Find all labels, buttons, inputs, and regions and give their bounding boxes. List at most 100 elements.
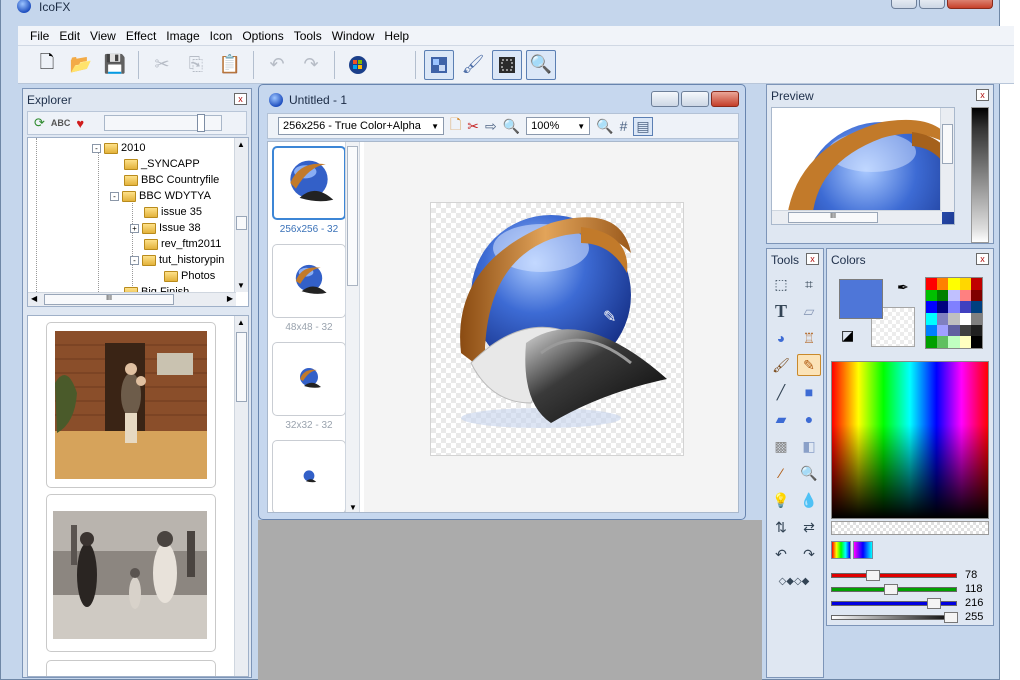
menu-help[interactable]: Help [384, 29, 409, 43]
collapse-toggle[interactable]: - [130, 255, 139, 265]
crop-icon[interactable]: ⌗ [797, 273, 821, 295]
export-format-icon[interactable]: ⇨ [485, 118, 497, 135]
palette-swatch[interactable] [926, 313, 938, 325]
doc-minimize-button[interactable] [651, 91, 679, 107]
zoom-out-icon[interactable]: 🔍 [503, 118, 520, 135]
red-slider[interactable] [831, 569, 957, 581]
blue-slider[interactable] [831, 597, 957, 609]
palette-swatch[interactable] [959, 313, 971, 325]
crop-icon[interactable] [492, 49, 522, 80]
palette-swatch[interactable] [937, 336, 949, 348]
spray-icon[interactable]: ♖ [797, 327, 821, 349]
palette-swatch[interactable] [948, 313, 960, 325]
scroll-thumb[interactable] [236, 332, 247, 402]
palette-swatch[interactable] [926, 278, 938, 290]
scroll-up-arrow[interactable]: ▲ [237, 318, 245, 327]
scroll-thumb[interactable]: III [44, 294, 174, 305]
flip-icon[interactable]: ⇅ [769, 516, 793, 538]
palette-swatch[interactable] [937, 289, 949, 302]
palette-swatch[interactable] [937, 324, 949, 337]
apple-icon[interactable] [377, 50, 407, 80]
icon-canvas[interactable]: ✎ [430, 202, 684, 456]
burn-icon[interactable]: 💡 [769, 489, 793, 511]
alpha-slider[interactable] [831, 611, 958, 623]
grid-icon[interactable]: # [620, 118, 628, 134]
palette-swatch[interactable] [959, 301, 971, 313]
maximize-button[interactable] [919, 0, 945, 9]
palette-swatch[interactable] [959, 336, 971, 348]
scroll-up-arrow[interactable]: ▲ [237, 140, 245, 149]
scroll-down-arrow[interactable]: ▼ [349, 503, 357, 512]
palette-swatch[interactable] [948, 336, 960, 348]
tree-item[interactable]: BBC Countryfile [124, 172, 219, 188]
primary-color-swatch[interactable] [839, 279, 883, 319]
undo-icon[interactable]: ↶ [262, 50, 292, 80]
menu-view[interactable]: View [90, 29, 116, 43]
palette-swatch[interactable] [948, 301, 960, 313]
doc-close-button[interactable] [711, 91, 739, 107]
zoom-icon[interactable]: 🔍 [526, 49, 556, 80]
scroll-down-arrow[interactable]: ▼ [237, 281, 245, 290]
menu-icon[interactable]: Icon [210, 29, 233, 43]
nudge-icon[interactable]: ◇◆◇◆ [769, 570, 819, 592]
rounded-rect-icon[interactable]: ▰ [769, 408, 793, 430]
refresh-icon[interactable]: ⟳ [34, 115, 45, 131]
zoom-in-icon[interactable]: 🔍 [596, 118, 613, 135]
collapse-toggle[interactable]: - [110, 191, 119, 201]
preview-horizontal-scrollbar[interactable]: III [772, 210, 942, 224]
palette-swatch[interactable] [937, 301, 949, 313]
zoom-select[interactable]: 100% ▼ [526, 117, 591, 135]
text-icon[interactable]: T [769, 300, 793, 322]
menu-options[interactable]: Options [242, 29, 283, 43]
copy-icon[interactable]: ⎘ [181, 50, 211, 80]
palette-swatch[interactable] [959, 278, 971, 290]
new-format-icon[interactable]: 🗋 [450, 114, 461, 138]
explorer-close-button[interactable]: x [234, 93, 247, 105]
format-item-256[interactable] [272, 146, 346, 220]
palette-swatch[interactable] [970, 278, 982, 290]
photo-thumbnail[interactable] [46, 660, 216, 676]
photo-thumbnail[interactable] [46, 494, 216, 652]
preview-background-swatch[interactable] [971, 107, 989, 243]
tree-item[interactable]: + Issue 38 [130, 220, 201, 236]
palette-swatch[interactable] [926, 336, 938, 348]
tree-item[interactable]: _SYNCAPP [124, 156, 200, 172]
photo-thumbnail[interactable] [46, 322, 216, 488]
scroll-thumb[interactable] [942, 124, 953, 164]
scroll-thumb[interactable]: III [788, 212, 878, 223]
ellipse-icon[interactable]: ● [797, 408, 821, 430]
color-spectrum[interactable] [831, 361, 989, 519]
pencil-icon[interactable]: ✎ [797, 354, 821, 376]
expand-toggle[interactable]: + [130, 223, 139, 233]
swap-colors-icon[interactable]: ◪ [841, 327, 854, 344]
format-item-32[interactable] [272, 342, 346, 416]
tree-item[interactable]: - BBC WDYTYA [110, 188, 211, 204]
doc-restore-button[interactable] [681, 91, 709, 107]
palette-swatch[interactable] [959, 289, 971, 302]
palette-swatch[interactable] [970, 336, 982, 348]
slider-thumb[interactable] [944, 611, 958, 623]
palette-swatch[interactable] [937, 313, 949, 325]
select-rect-icon[interactable]: ⬚ [769, 273, 793, 295]
rectangle-icon[interactable]: ■ [797, 381, 821, 403]
palette-swatch[interactable] [937, 278, 949, 290]
green-slider[interactable] [831, 583, 957, 595]
format-list-scrollbar[interactable]: ▼ [345, 142, 359, 512]
image-editor-icon[interactable] [424, 49, 454, 80]
menu-edit[interactable]: Edit [59, 29, 80, 43]
collapse-toggle[interactable]: - [92, 143, 101, 153]
palette-swatch[interactable] [926, 289, 938, 302]
scroll-right-arrow[interactable]: ▶ [227, 294, 233, 303]
menu-file[interactable]: File [30, 29, 49, 43]
palette-swatch[interactable] [926, 324, 938, 337]
scroll-thumb[interactable] [347, 146, 358, 286]
new-icon[interactable]: 🗋 [32, 50, 62, 80]
brush-editor-icon[interactable]: 🖌 [458, 50, 488, 80]
format-item-48[interactable] [272, 244, 346, 318]
palette-swatch[interactable] [970, 313, 982, 325]
filter-icon[interactable]: ABC [51, 118, 71, 128]
preview-vertical-scrollbar[interactable] [940, 108, 954, 212]
menu-tools[interactable]: Tools [294, 29, 322, 43]
menu-window[interactable]: Window [332, 29, 375, 43]
menu-image[interactable]: Image [166, 29, 199, 43]
